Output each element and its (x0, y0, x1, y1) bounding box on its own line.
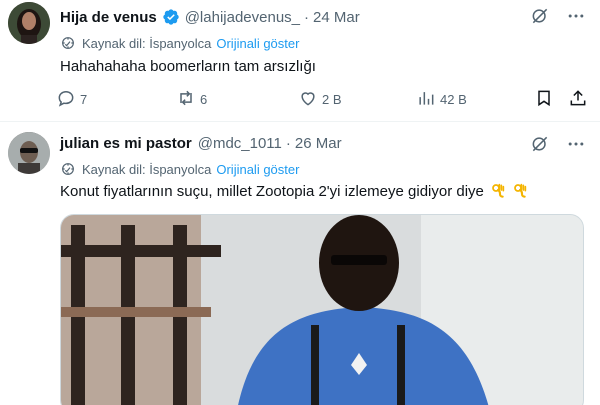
show-original-link[interactable]: Orijinali göster (216, 36, 299, 51)
like-count: 2 B (322, 92, 342, 107)
verified-badge-icon (162, 8, 180, 26)
views-button[interactable]: 42 B (416, 88, 467, 111)
bookmark-icon (534, 88, 558, 111)
tweet-date[interactable]: 26 Mar (295, 135, 342, 152)
share-button[interactable] (568, 88, 592, 111)
translate-icon (60, 35, 76, 51)
grok-icon[interactable] (530, 6, 550, 31)
show-original-link[interactable]: Orijinali göster (216, 162, 299, 177)
more-icon[interactable] (566, 6, 586, 31)
share-icon (568, 88, 592, 111)
tweet-top-icons (530, 134, 586, 159)
video-frame (61, 215, 583, 405)
tweet-text: Hahahahaha boomerların tam arsızlığı (60, 58, 316, 75)
tweet-media-video[interactable] (60, 214, 584, 405)
like-icon (298, 88, 322, 111)
reply-button[interactable]: 7 (56, 88, 87, 111)
grok-icon[interactable] (530, 134, 550, 159)
tweet[interactable]: julian es mi pastor @mdc_1011 · 26 Mar K… (0, 122, 600, 405)
tweet-date[interactable]: 24 Mar (313, 9, 360, 26)
translation-notice: Kaynak dil: İspanyolca Orijinali göster (60, 34, 299, 52)
reply-count: 7 (80, 92, 88, 107)
avatar[interactable] (8, 2, 50, 44)
tweet-header: julian es mi pastor @mdc_1011 · 26 Mar (60, 132, 342, 154)
user-handle[interactable]: @lahijadevenus_ (185, 9, 300, 26)
translate-icon (60, 161, 76, 177)
bookmark-button[interactable] (534, 88, 558, 111)
ok-hand-emoji (512, 182, 528, 202)
tweet-actions: 7 6 2 B 42 B (56, 88, 592, 110)
avatar[interactable] (8, 132, 50, 174)
ok-hand-emoji (490, 182, 506, 202)
views-count: 42 B (440, 92, 467, 107)
tweet-header: Hija de venus @lahijadevenus_ · 24 Mar (60, 6, 360, 28)
display-name[interactable]: Hija de venus (60, 9, 157, 26)
tweet-top-icons (530, 6, 586, 31)
more-icon[interactable] (566, 134, 586, 159)
tweet-text: Konut fiyatlarının suçu, millet Zootopia… (60, 183, 484, 200)
display-name[interactable]: julian es mi pastor (60, 135, 192, 152)
views-icon (416, 88, 440, 111)
separator-dot: · (285, 134, 291, 152)
tweet-text-row: Konut fiyatlarının suçu, millet Zootopia… (60, 182, 528, 202)
user-handle[interactable]: @mdc_1011 (198, 135, 282, 152)
separator-dot: · (304, 8, 310, 26)
repost-icon (176, 88, 200, 111)
reply-icon (56, 88, 80, 111)
like-button[interactable]: 2 B (298, 88, 342, 111)
source-language-label: Kaynak dil: İspanyolca (82, 161, 212, 177)
repost-button[interactable]: 6 (176, 88, 207, 111)
repost-count: 6 (200, 92, 208, 107)
tweet[interactable]: Hija de venus @lahijadevenus_ · 24 Mar K… (0, 0, 600, 122)
source-language-label: Kaynak dil: İspanyolca (82, 35, 212, 51)
translation-notice: Kaynak dil: İspanyolca Orijinali göster (60, 160, 299, 178)
